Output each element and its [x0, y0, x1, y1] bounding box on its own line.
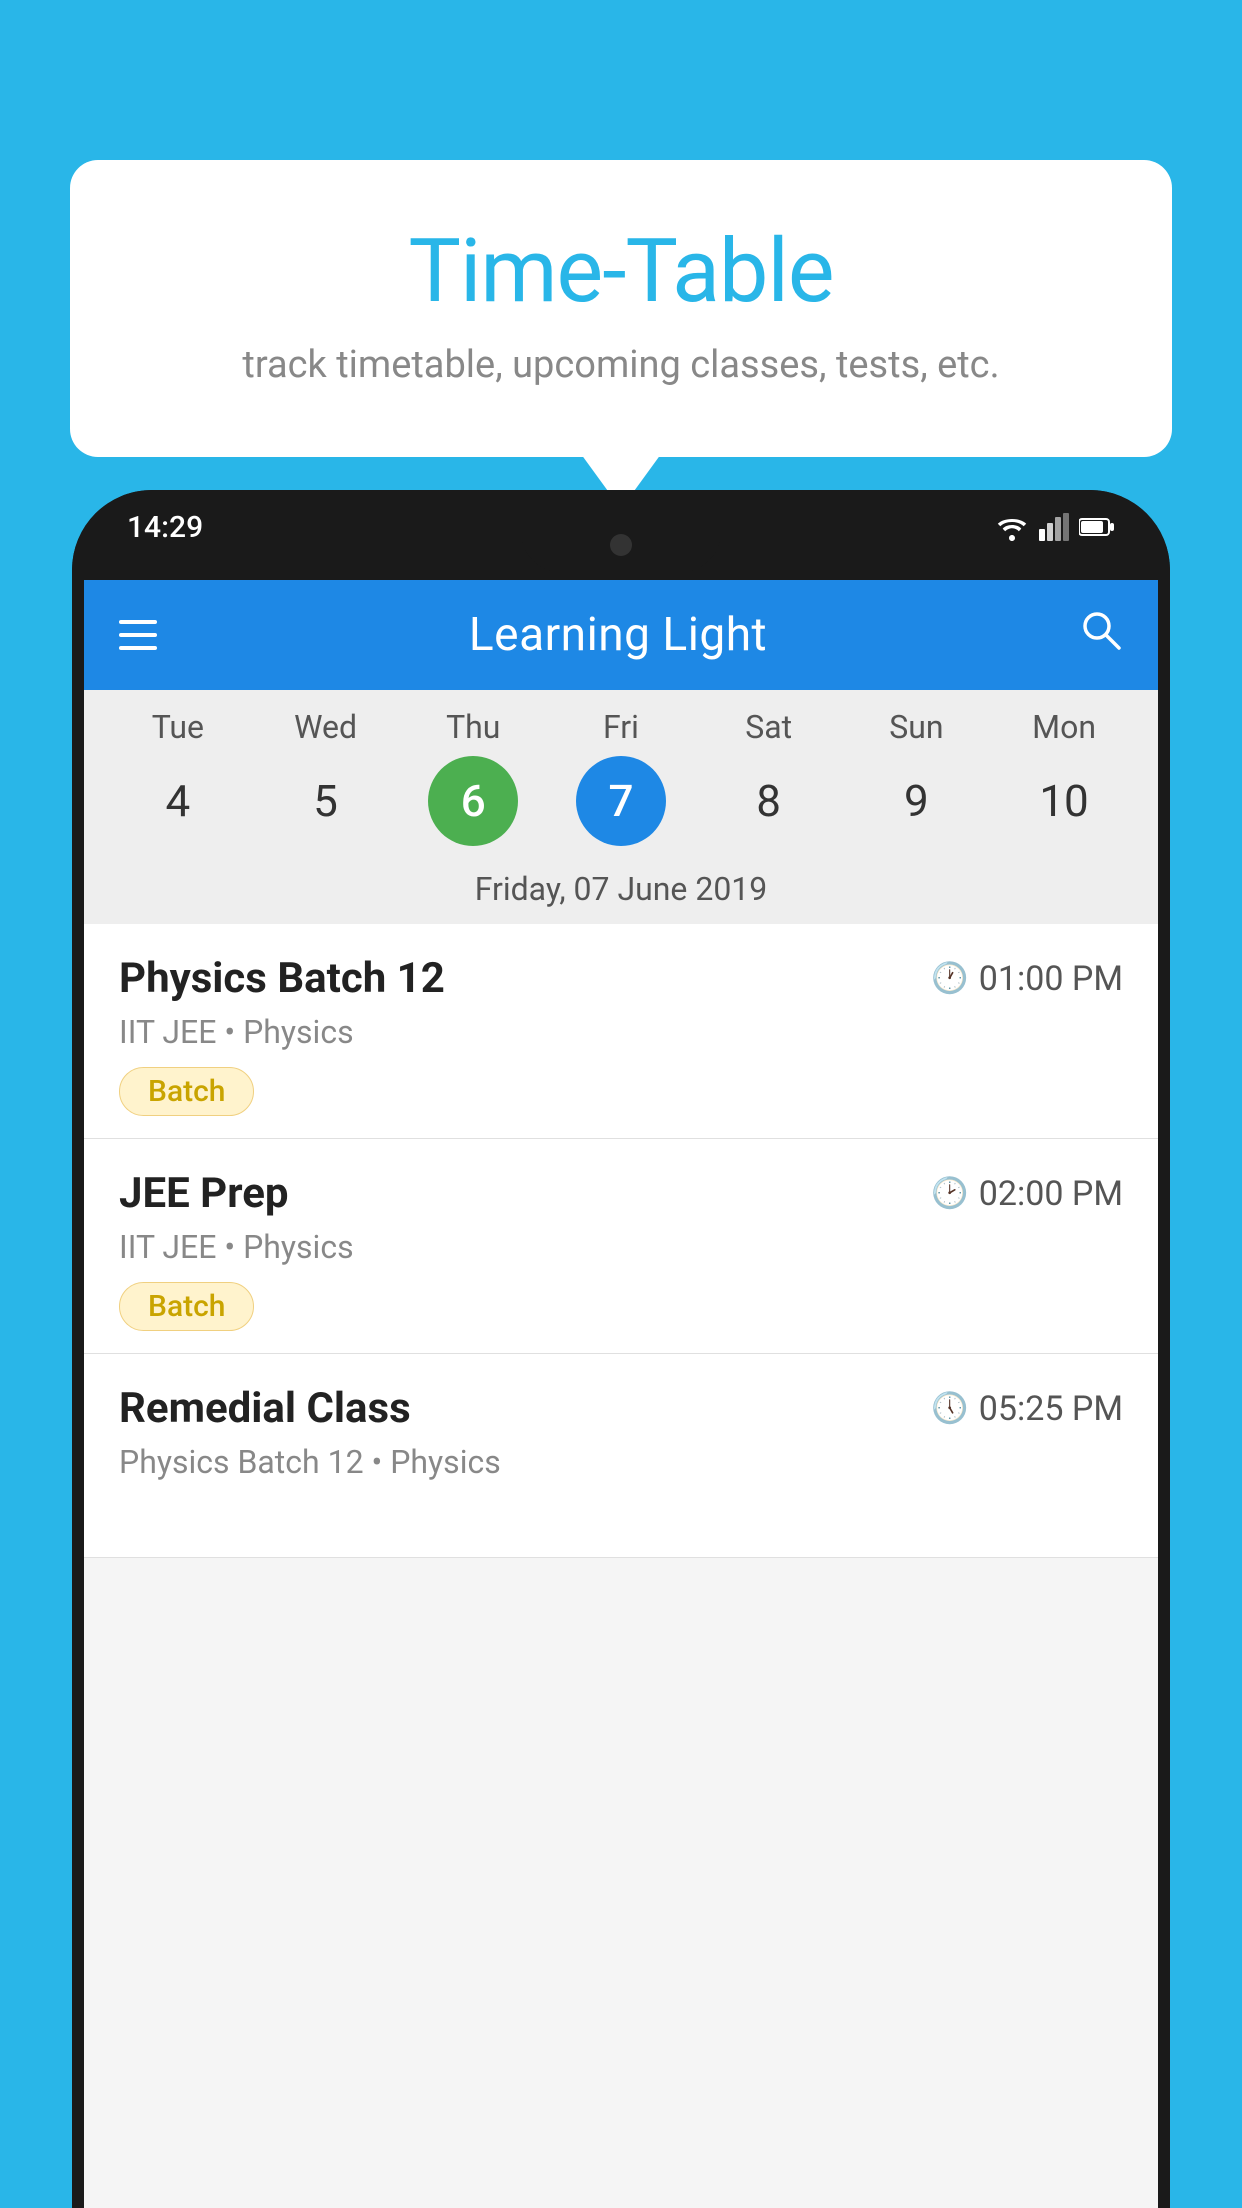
day-num-7-selected[interactable]: 7: [576, 756, 666, 846]
signal-icon: [1039, 513, 1069, 541]
bubble-subtitle: track timetable, upcoming classes, tests…: [150, 343, 1092, 387]
class-time-3: 🕔 05:25 PM: [931, 1389, 1123, 1429]
batch-badge-2: Batch: [119, 1282, 254, 1331]
clock-icon-3: 🕔: [931, 1391, 968, 1426]
wifi-icon: [995, 513, 1029, 541]
class-meta-2: IIT JEE • Physics: [119, 1228, 1123, 1266]
speech-bubble: Time-Table track timetable, upcoming cla…: [70, 160, 1172, 457]
class-list: Physics Batch 12 🕐 01:00 PM IIT JEE • Ph…: [84, 924, 1158, 1558]
class-item-header-1: Physics Batch 12 🕐 01:00 PM: [119, 954, 1123, 1003]
batch-badge-1: Batch: [119, 1067, 254, 1116]
day-header-mon: Mon: [1019, 708, 1109, 746]
day-header-sun: Sun: [871, 708, 961, 746]
clock-icon-2: 🕑: [931, 1176, 968, 1211]
day-header-fri: Fri: [576, 708, 666, 746]
calendar-date-label: Friday, 07 June 2019: [104, 858, 1138, 924]
day-header-tue: Tue: [133, 708, 223, 746]
class-item-header-2: JEE Prep 🕑 02:00 PM: [119, 1169, 1123, 1218]
class-title-2: JEE Prep: [119, 1169, 289, 1218]
class-title-3: Remedial Class: [119, 1384, 411, 1433]
status-icons: [995, 513, 1115, 541]
battery-icon: [1079, 517, 1115, 537]
day-num-9[interactable]: 9: [871, 756, 961, 846]
phone-frame: 14:29: [72, 490, 1170, 2208]
phone-screen: Learning Light Tue Wed Thu Fri Sat Sun M…: [84, 580, 1158, 2208]
calendar-section: Tue Wed Thu Fri Sat Sun Mon 4 5 6 7 8 9 …: [84, 690, 1158, 924]
class-item-header-3: Remedial Class 🕔 05:25 PM: [119, 1384, 1123, 1433]
day-num-8[interactable]: 8: [724, 756, 814, 846]
day-header-wed: Wed: [281, 708, 371, 746]
class-item-2[interactable]: JEE Prep 🕑 02:00 PM IIT JEE • Physics Ba…: [84, 1139, 1158, 1354]
bubble-title: Time-Table: [150, 220, 1092, 323]
status-time: 14:29: [127, 510, 203, 545]
clock-icon-1: 🕐: [931, 961, 968, 996]
day-header-thu: Thu: [428, 708, 518, 746]
search-icon[interactable]: [1079, 608, 1123, 663]
class-time-2: 🕑 02:00 PM: [931, 1174, 1123, 1214]
status-bar: 14:29: [72, 502, 1170, 552]
class-meta-1: IIT JEE • Physics: [119, 1013, 1123, 1051]
day-header-sat: Sat: [724, 708, 814, 746]
class-time-1: 🕐 01:00 PM: [931, 959, 1123, 999]
class-title-1: Physics Batch 12: [119, 954, 445, 1003]
hamburger-icon[interactable]: [119, 620, 157, 650]
class-item-1[interactable]: Physics Batch 12 🕐 01:00 PM IIT JEE • Ph…: [84, 924, 1158, 1139]
app-bar: Learning Light: [84, 580, 1158, 690]
day-headers: Tue Wed Thu Fri Sat Sun Mon: [104, 708, 1138, 746]
day-num-5[interactable]: 5: [281, 756, 371, 846]
day-num-4[interactable]: 4: [133, 756, 223, 846]
day-num-6-today[interactable]: 6: [428, 756, 518, 846]
class-item-3[interactable]: Remedial Class 🕔 05:25 PM Physics Batch …: [84, 1354, 1158, 1558]
day-num-10[interactable]: 10: [1019, 756, 1109, 846]
app-bar-title: Learning Light: [469, 608, 767, 662]
class-meta-3: Physics Batch 12 • Physics: [119, 1443, 1123, 1481]
day-numbers: 4 5 6 7 8 9 10: [104, 756, 1138, 858]
